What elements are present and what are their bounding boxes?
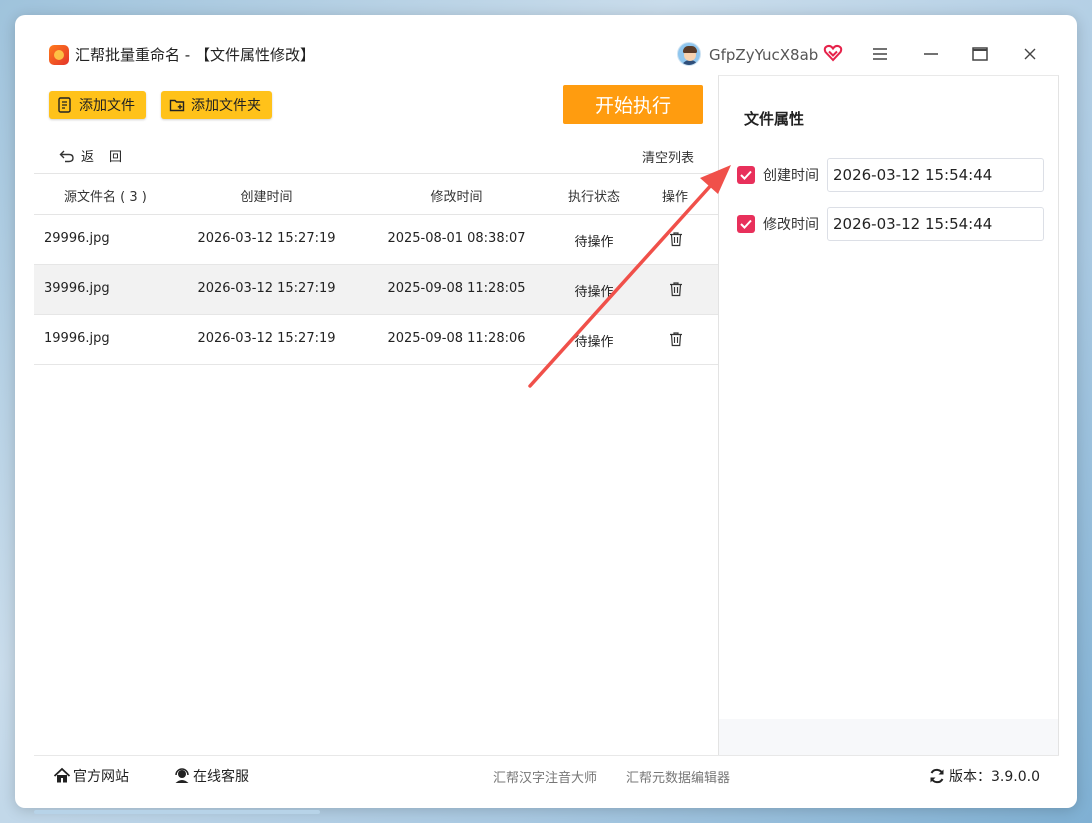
menu-icon <box>873 48 887 60</box>
check-icon <box>740 170 752 180</box>
back-button[interactable]: 返回 <box>59 146 137 165</box>
panel-title: 文件属性 <box>744 110 805 128</box>
attributes-panel: 文件属性 创建时间 修改时间 <box>718 75 1059 755</box>
cell-name: 29996.jpg <box>44 231 110 246</box>
window-title: 汇帮批量重命名 - 【文件属性修改】 <box>75 46 315 64</box>
version-label: 版本：3.9.0.0 <box>949 769 1040 785</box>
table-row[interactable]: 39996.jpg 2026-03-12 15:27:19 2025-09-08… <box>34 265 718 315</box>
file-table: 源文件名 ( 3 ) 创建时间 修改时间 执行状态 操作 29996.jpg 2… <box>34 173 718 365</box>
background-strip <box>34 810 320 814</box>
cell-modified: 2025-08-01 08:38:07 <box>387 231 526 246</box>
add-folder-label: 添加文件夹 <box>191 98 261 114</box>
maximize-icon <box>972 47 988 61</box>
minimize-icon <box>924 53 938 55</box>
maximize-button[interactable] <box>966 41 994 67</box>
check-icon <box>740 219 752 229</box>
refresh-icon <box>930 768 944 784</box>
header-name: 源文件名 ( 3 ) <box>64 190 147 205</box>
table-row[interactable]: 29996.jpg 2026-03-12 15:27:19 2025-08-01… <box>34 215 718 265</box>
cell-modified: 2025-09-08 11:28:05 <box>387 281 526 296</box>
modified-time-checkbox[interactable] <box>737 215 755 233</box>
table-header: 源文件名 ( 3 ) 创建时间 修改时间 执行状态 操作 <box>34 173 718 215</box>
avatar[interactable] <box>677 42 701 66</box>
add-file-button[interactable]: 添加文件 <box>49 91 146 119</box>
cell-created: 2026-03-12 15:27:19 <box>197 231 336 246</box>
headset-icon <box>175 768 189 783</box>
panel-bottom-shade <box>719 719 1058 755</box>
back-arrow-icon <box>59 150 74 162</box>
menu-button[interactable] <box>866 41 894 67</box>
clear-list-button[interactable]: 清空列表 <box>642 147 694 166</box>
minimize-button[interactable] <box>917 41 945 67</box>
modified-time-row: 修改时间 <box>737 207 1047 241</box>
support-link[interactable]: 在线客服 <box>173 766 249 786</box>
app-window: 汇帮批量重命名 - 【文件属性修改】 GfpZyYucX8ab 添加文件 添加文… <box>15 15 1077 808</box>
cell-created: 2026-03-12 15:27:19 <box>197 331 336 346</box>
username[interactable]: GfpZyYucX8ab <box>709 45 818 65</box>
cell-name: 19996.jpg <box>44 331 110 346</box>
back-label: 返回 <box>81 150 138 165</box>
created-time-row: 创建时间 <box>737 158 1047 192</box>
modified-time-label[interactable]: 修改时间 <box>763 215 819 235</box>
header-status: 执行状态 <box>567 190 620 205</box>
trash-icon[interactable] <box>668 331 684 347</box>
metadata-editor-link[interactable]: 汇帮元数据编辑器 <box>626 767 730 786</box>
close-button[interactable] <box>1016 41 1044 67</box>
trash-icon[interactable] <box>668 281 684 297</box>
created-time-input[interactable] <box>827 158 1044 192</box>
cell-status: 待操作 <box>574 335 614 350</box>
add-file-icon <box>58 97 71 113</box>
footer-bar: 官方网站 在线客服 汇帮汉字注音大师 汇帮元数据编辑器 版本：3.9.0.0 <box>34 755 1059 793</box>
add-folder-button[interactable]: 添加文件夹 <box>161 91 272 119</box>
modified-time-input[interactable] <box>827 207 1044 241</box>
app-logo-icon <box>49 45 69 65</box>
created-time-label[interactable]: 创建时间 <box>763 166 819 186</box>
pinyin-tool-link[interactable]: 汇帮汉字注音大师 <box>493 767 597 786</box>
created-time-checkbox[interactable] <box>737 166 755 184</box>
start-button[interactable]: 开始执行 <box>563 85 703 124</box>
version-info[interactable]: 版本：3.9.0.0 <box>929 766 1040 786</box>
add-folder-icon <box>169 99 185 112</box>
cell-status: 待操作 <box>574 285 614 300</box>
trash-icon[interactable] <box>668 231 684 247</box>
title-bar: 汇帮批量重命名 - 【文件属性修改】 GfpZyYucX8ab <box>15 15 1077 73</box>
cell-name: 39996.jpg <box>44 281 110 296</box>
vip-heart-icon[interactable] <box>823 43 843 63</box>
home-icon <box>53 767 71 783</box>
header-op: 操作 <box>661 190 688 205</box>
table-row[interactable]: 19996.jpg 2026-03-12 15:27:19 2025-09-08… <box>34 315 718 365</box>
cell-status: 待操作 <box>574 235 614 250</box>
header-created: 创建时间 <box>240 190 293 205</box>
cell-modified: 2025-09-08 11:28:06 <box>387 331 526 346</box>
cell-created: 2026-03-12 15:27:19 <box>197 281 336 296</box>
website-label: 官方网站 <box>73 769 129 785</box>
close-icon <box>1024 48 1036 60</box>
website-link[interactable]: 官方网站 <box>53 766 129 786</box>
header-modified: 修改时间 <box>430 190 483 205</box>
support-label: 在线客服 <box>193 769 249 785</box>
add-file-label: 添加文件 <box>79 98 135 114</box>
